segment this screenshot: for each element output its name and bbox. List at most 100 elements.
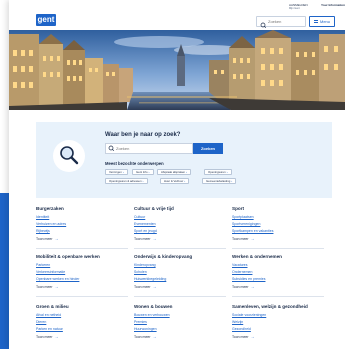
topic-link[interactable]: Welzijn	[232, 320, 324, 324]
chevron-right-icon: ›	[186, 170, 188, 174]
topic-link[interactable]: Sportverenigingen	[232, 222, 324, 226]
popular-chip[interactable]: Gent Info ›	[132, 169, 154, 175]
chip-label: Verzorgen	[109, 170, 122, 174]
arrow-right-icon: →	[250, 334, 255, 339]
menu-button[interactable]: Menu	[309, 16, 335, 27]
topic-card: Cultuur & vrije tijd Cultuur Evenementen…	[134, 206, 226, 241]
topic-link[interactable]: Huurwoningen	[134, 327, 226, 331]
hero-image	[9, 30, 345, 110]
topic-link[interactable]: Bouwen en verbouwen	[134, 313, 226, 317]
arrow-right-icon: →	[250, 284, 255, 289]
topic-link[interactable]: Verhuizen en adres	[36, 222, 128, 226]
chevron-right-icon: ›	[142, 179, 144, 183]
popular-chip[interactable]: Huur & Verhuur ›	[160, 178, 190, 184]
search-panel: Waar ben je naar op zoek? Zoeken Meest b…	[36, 122, 332, 198]
topic-title[interactable]: Mobiliteit & openbare werken	[36, 254, 128, 259]
show-more-link[interactable]: Toon meer →	[36, 284, 128, 289]
topic-link[interactable]: Dieren	[36, 320, 128, 324]
topic-title[interactable]: Sport	[232, 206, 324, 211]
popular-chip[interactable]: Afspraak afspraken ›	[157, 169, 192, 175]
divider	[134, 248, 226, 249]
topic-link[interactable]: Gezondheid	[232, 327, 324, 331]
topic-card: Groen & milieu Afval en netheid Dieren P…	[36, 304, 128, 339]
chip-label: Afspraak afspraken	[161, 170, 186, 174]
topic-link[interactable]: Kinderopvang	[134, 263, 226, 267]
login-link[interactable]: AANMELDEN Mijn Gent	[289, 3, 308, 10]
header-search[interactable]	[256, 16, 306, 29]
show-more-label: Toon meer	[232, 284, 249, 289]
topic-card: Onderwijs & kinderopvang Kinderopvang Sc…	[134, 254, 226, 289]
header-search-input[interactable]	[268, 17, 304, 26]
language-link[interactable]: Your Information	[321, 3, 345, 7]
topic-link[interactable]: Identiteit	[36, 215, 128, 219]
show-more-link[interactable]: Toon meer →	[134, 334, 226, 339]
popular-chip[interactable]: Gemeentebelasting ›	[202, 178, 237, 184]
show-more-link[interactable]: Toon meer →	[36, 334, 128, 339]
topic-link[interactable]: Sportkampen en vakanties	[232, 229, 324, 233]
topic-title[interactable]: Samenleven, welzijn & gezondheid	[232, 304, 324, 309]
topic-link[interactable]: Sociale voorzieningen	[232, 313, 324, 317]
topic-link[interactable]: Sport en jeugd	[134, 229, 226, 233]
popular-chip[interactable]: Openingsuren ›	[204, 169, 232, 175]
search-panel-title: Waar ben je naar op zoek?	[105, 132, 181, 138]
chevron-right-icon: ›	[148, 170, 150, 174]
divider	[134, 296, 226, 297]
topic-title[interactable]: Cultuur & vrije tijd	[134, 206, 226, 211]
chevron-right-icon: ›	[231, 179, 233, 183]
topic-link[interactable]: Ondernemen	[232, 270, 324, 274]
topic-link[interactable]: Huiswerkbegeleiding	[134, 277, 226, 281]
arrow-right-icon: →	[152, 236, 157, 241]
show-more-label: Toon meer	[232, 334, 249, 339]
topic-link[interactable]: Afval en netheid	[36, 313, 128, 317]
show-more-link[interactable]: Toon meer →	[134, 236, 226, 241]
show-more-label: Toon meer	[36, 236, 53, 241]
show-more-link[interactable]: Toon meer →	[134, 284, 226, 289]
topic-title[interactable]: Groen & milieu	[36, 304, 128, 309]
main-search-field[interactable]	[105, 143, 193, 154]
divider	[232, 296, 324, 297]
show-more-label: Toon meer	[134, 236, 151, 241]
topic-card: Samenleven, welzijn & gezondheid Sociale…	[232, 304, 324, 339]
login-sub: Mijn Gent	[289, 7, 300, 10]
popular-chip[interactable]: Verzorgen ›	[105, 169, 128, 175]
topic-link[interactable]: Rijbewijs	[36, 229, 128, 233]
arrow-right-icon: →	[152, 284, 157, 289]
chevron-right-icon: ›	[226, 170, 228, 174]
topic-link[interactable]: Scholen	[134, 270, 226, 274]
search-icon	[258, 17, 268, 29]
show-more-link[interactable]: Toon meer →	[232, 284, 324, 289]
topic-title[interactable]: Werken & ondernemen	[232, 254, 324, 259]
page: gent AANMELDEN Mijn Gent Your Informatio…	[9, 0, 345, 349]
show-more-label: Toon meer	[134, 334, 151, 339]
topic-link[interactable]: Vacatures	[232, 263, 324, 267]
show-more-label: Toon meer	[134, 284, 151, 289]
show-more-label: Toon meer	[232, 236, 249, 241]
topic-title[interactable]: Wonen & bouwen	[134, 304, 226, 309]
popular-topics-title: Meest bezochte onderwerpen	[105, 161, 164, 166]
decorative-side-strip	[0, 193, 9, 349]
arrow-right-icon: →	[54, 334, 59, 339]
topic-link[interactable]: Parken en natuur	[36, 327, 128, 331]
show-more-link[interactable]: Toon meer →	[232, 334, 324, 339]
topic-link[interactable]: Evenementen	[134, 222, 226, 226]
topic-title[interactable]: Onderwijs & kinderopvang	[134, 254, 226, 259]
menu-label: Menu	[319, 19, 330, 24]
topic-title[interactable]: Burgerzaken	[36, 206, 128, 211]
show-more-link[interactable]: Toon meer →	[232, 236, 324, 241]
topic-link[interactable]: Openbare werken en hinder	[36, 277, 128, 281]
topic-link[interactable]: Sportplaatsen	[232, 215, 324, 219]
topic-card: Werken & ondernemen Vacatures Ondernemen…	[232, 254, 324, 289]
topic-link[interactable]: Cultuur	[134, 215, 226, 219]
main-search-input[interactable]	[116, 144, 186, 153]
arrow-right-icon: →	[54, 236, 59, 241]
topic-link[interactable]: Parkeren	[36, 263, 128, 267]
topic-card: Sport Sportplaatsen Sportverenigingen Sp…	[232, 206, 324, 241]
topic-card: Wonen & bouwen Bouwen en verbouwen Premi…	[134, 304, 226, 339]
search-button[interactable]: Zoeken	[193, 143, 223, 154]
gent-logo[interactable]: gent	[36, 14, 56, 26]
popular-chip[interactable]: Openingsuren & adressen ›	[105, 178, 148, 184]
show-more-link[interactable]: Toon meer →	[36, 236, 128, 241]
topic-link[interactable]: Subsidies en premies	[232, 277, 324, 281]
topic-link[interactable]: Verkeersinformatie	[36, 270, 128, 274]
topic-link[interactable]: Premies	[134, 320, 226, 324]
